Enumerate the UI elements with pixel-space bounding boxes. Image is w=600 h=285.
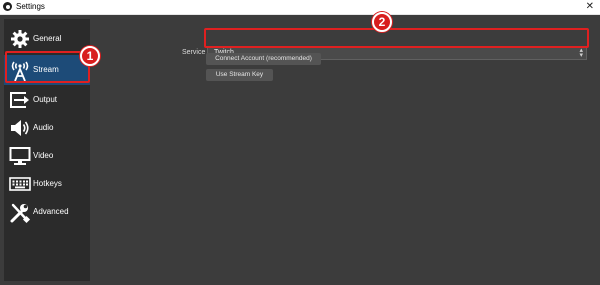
keyboard-icon <box>9 177 31 191</box>
sidebar-item-audio[interactable]: Audio <box>4 115 90 141</box>
updown-chevron-icon: ▴ ▾ <box>579 47 583 59</box>
sidebar-item-hotkeys[interactable]: Hotkeys <box>4 171 90 197</box>
use-stream-key-button[interactable]: Use Stream Key <box>206 69 273 81</box>
close-button[interactable]: ✕ <box>586 0 594 13</box>
sidebar-item-label: Hotkeys <box>33 179 62 188</box>
sidebar-item-label: Video <box>33 151 54 160</box>
annotation-badge-1: 1 <box>80 46 100 66</box>
annotation-badge-2: 2 <box>372 12 392 32</box>
annotation-box-stream <box>5 51 90 83</box>
sidebar-item-label: Output <box>33 95 58 104</box>
sidebar-item-label: Advanced <box>33 207 69 216</box>
tools-icon <box>10 203 31 224</box>
speaker-icon <box>11 120 29 136</box>
window-title: Settings <box>16 2 45 11</box>
obs-logo-icon <box>3 2 12 11</box>
title-bar: Settings ✕ <box>0 0 600 15</box>
sidebar-item-general[interactable]: General <box>4 26 90 52</box>
annotation-box-service <box>204 28 589 48</box>
service-label: Service <box>182 49 206 56</box>
sidebar-item-label: Audio <box>33 123 54 132</box>
sidebar-item-advanced[interactable]: Advanced <box>4 199 90 225</box>
sidebar-item-video[interactable]: Video <box>4 143 90 169</box>
connect-account-button[interactable]: Connect Account (recommended) <box>206 53 321 65</box>
monitor-icon <box>9 147 31 165</box>
gear-icon <box>11 30 29 48</box>
sidebar-item-label: General <box>33 34 62 43</box>
output-arrow-icon <box>10 92 29 108</box>
sidebar-item-output[interactable]: Output <box>4 87 90 113</box>
